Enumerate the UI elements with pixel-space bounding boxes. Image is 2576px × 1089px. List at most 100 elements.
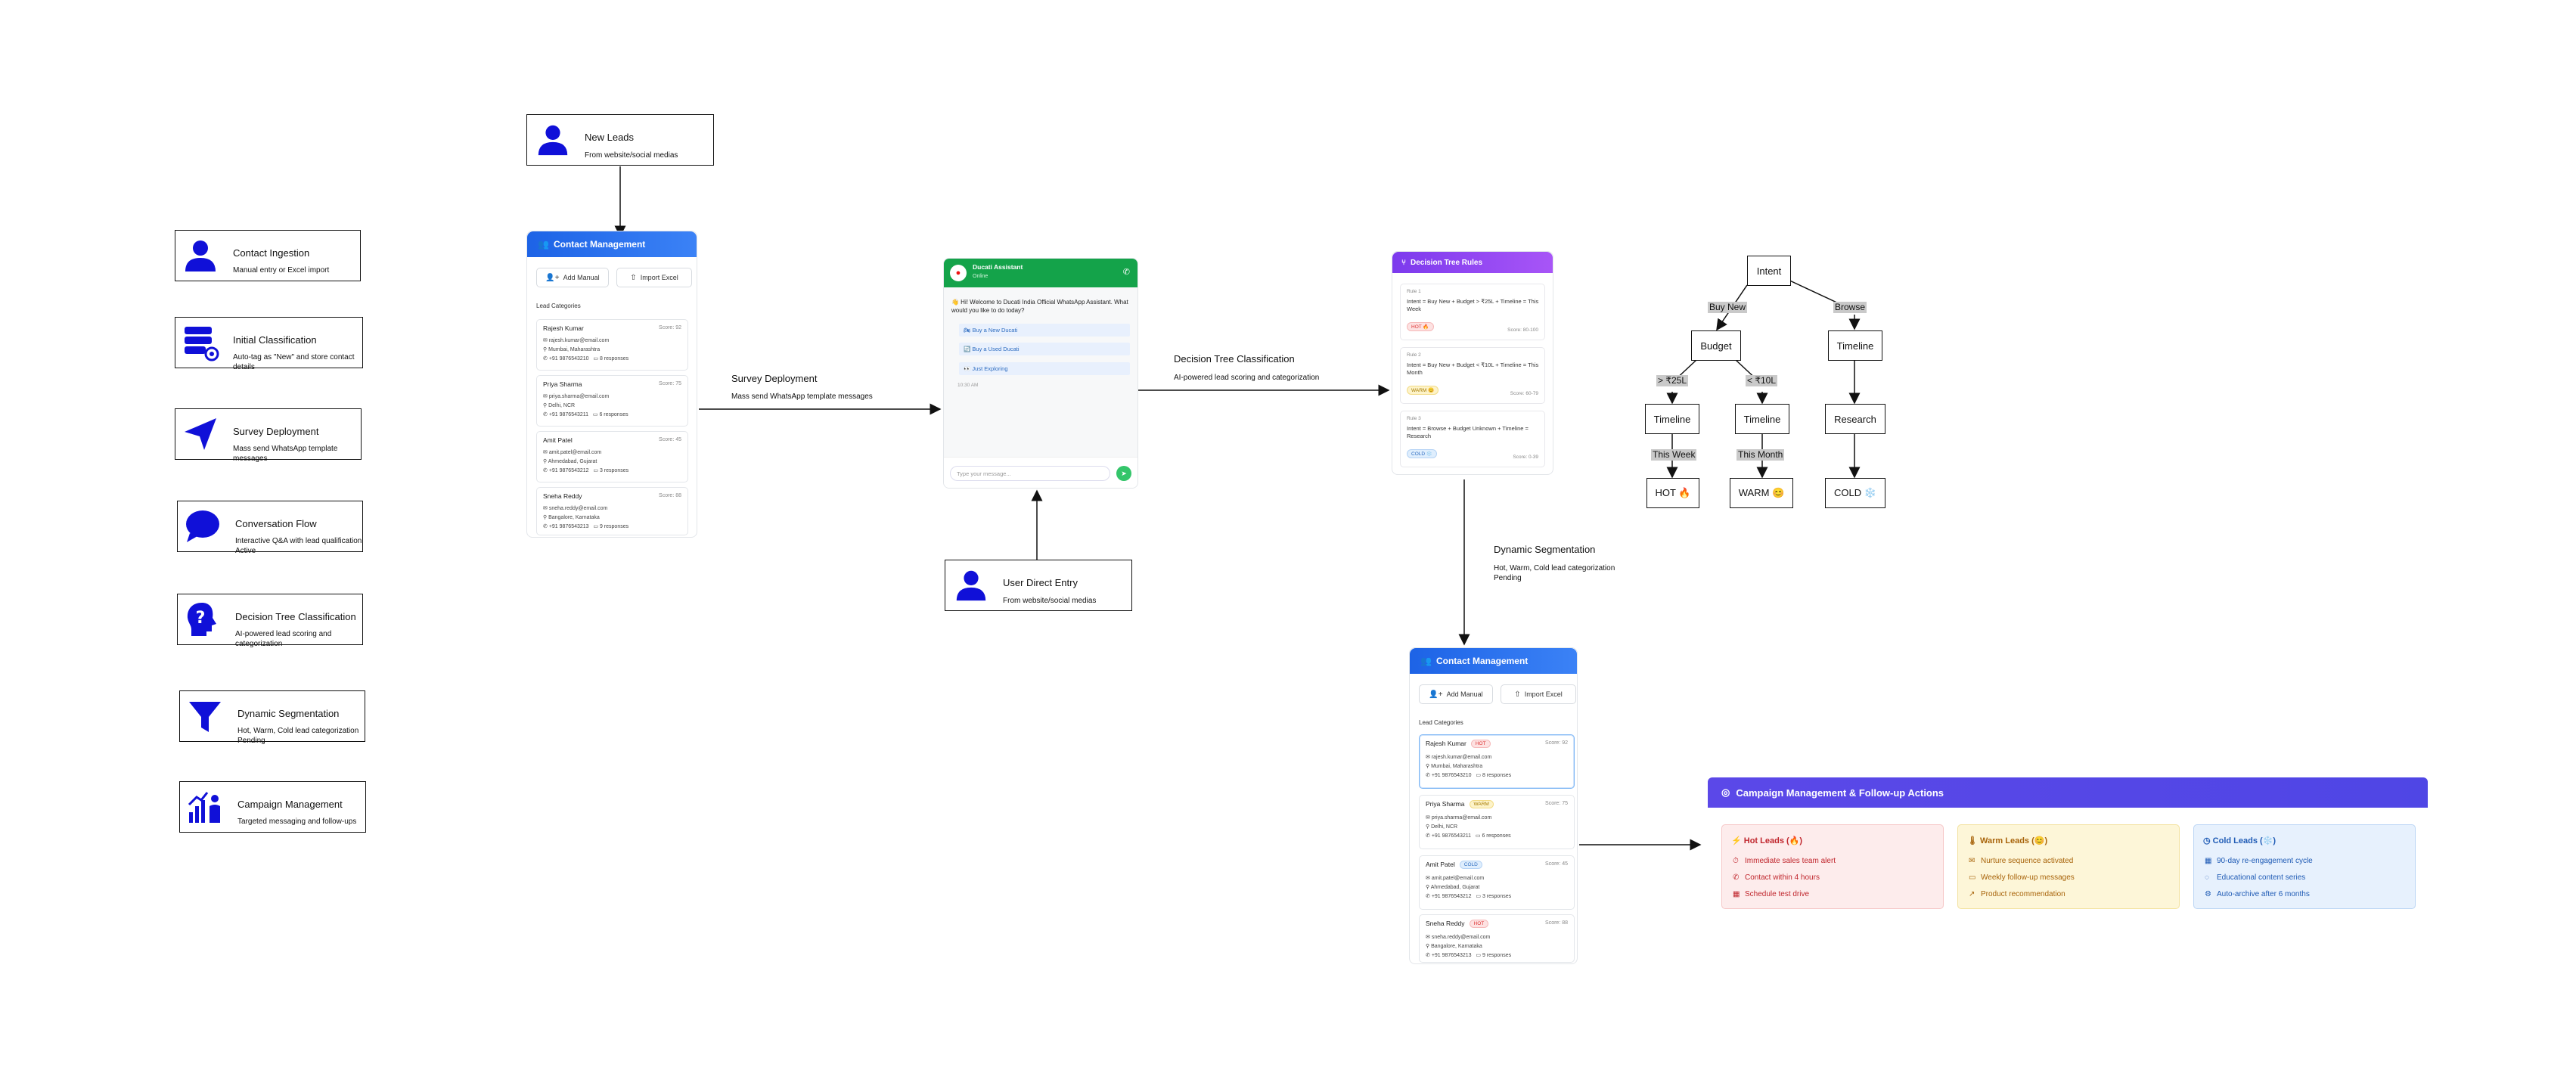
new-leads-title: New Leads [585,132,635,143]
contact-phone: ✆ +91 9876543211 ▭ 6 responses [543,412,628,417]
rule-card[interactable]: Rule 2 Intent = Buy New + Budget < ₹10L … [1400,347,1545,404]
contact-phone: ✆ +91 9876543210 ▭ 8 responses [1426,773,1512,778]
contact-phone: ✆ +91 9876543212 ▭ 3 responses [1426,894,1512,899]
rule-text: Intent = Buy New + Budget > ₹25L + Timel… [1407,298,1539,312]
send-icon[interactable]: ➤ [1116,466,1131,481]
contact-card[interactable]: Amit Patel COLD Score: 45 ✉ amit.patel@em… [1419,855,1575,910]
panel-header: 👥 Contact Management [527,231,697,257]
phone-icon[interactable]: ✆ [1123,267,1130,277]
message-icon: ▭ [1969,873,1976,882]
tree-label-browse: Browse [1833,302,1867,313]
contact-city: ⚲ Bangalore, Karnataka [1426,944,1482,949]
chat-option-exploring[interactable]: 👀 Just Exploring [959,362,1130,375]
campaign-action: ⏱ Immediate sales team alert [1733,857,1836,865]
panel-title: Contact Management [1435,656,1529,666]
contact-card[interactable]: Priya Sharma Score: 75 ✉ priya.sharma@em… [536,375,688,427]
campaign-action: ✉ Nurture sequence activated [1969,857,2074,865]
contact-score: Score: 45 [659,437,681,442]
contact-phone: ✆ +91 9876543212 ▭ 3 responses [543,468,629,473]
chat-timestamp: 10:30 AM [957,383,979,388]
contact-city: ⚲ Ahmedabad, Gujarat [543,459,597,464]
target-icon: ◎ [1721,786,1730,798]
rule-card[interactable]: Rule 1 Intent = Buy New + Budget > ₹25L … [1400,284,1545,340]
contact-city: ⚲ Delhi, NCR [1426,824,1458,830]
campaign-column-title: 🌡 Warm Leads (😊) [1967,836,2048,845]
users-icon: 👥 [1420,656,1432,666]
add-manual-button[interactable]: 👤+ Add Manual [536,268,609,287]
contact-email: ✉ amit.patel@email.com [1426,876,1485,881]
chat-message-input[interactable]: Type your message... [950,466,1110,481]
contact-card[interactable]: Rajesh Kumar HOT Score: 92 ✉ rajesh.kumar… [1419,734,1575,789]
campaign-action: ▭ Weekly follow-up messages [1969,873,2075,882]
rules-title: Decision Tree Rules [1411,258,1483,267]
lead-badge-cold: COLD [1459,861,1482,870]
contact-score: Score: 88 [1545,920,1568,926]
rule-score: Score: 80-100 [1507,327,1538,333]
user-direct-entry-subtitle: From website/social medias [1003,597,1097,605]
contact-phone: ✆ +91 9876543213 ▭ 9 responses [543,524,629,529]
panel-actions: 👤+ Add Manual ⇧ Import Excel [1419,684,1576,704]
chat-welcome-message: 👋 Hi! Welcome to Ducati India Official W… [951,299,1128,314]
campaign-action: ▦ Schedule test drive [1733,890,1810,898]
panel-actions: 👤+ Add Manual ⇧ Import Excel [536,268,692,287]
contact-management-panel-top: 👥 Contact Management 👤+ Add Manual ⇧ Import… [526,231,697,538]
contact-email: ✉ sneha.reddy@email.com [1426,935,1491,940]
campaign-column-title: ⚡ Hot Leads (🔥) [1731,836,1803,845]
contact-card[interactable]: Sneha Reddy HOT Score: 88 ✉ sneha.reddy@e… [1419,914,1575,963]
campaign-management-panel: ◎ Campaign Management & Follow-up Actions… [1708,777,2428,914]
import-excel-button[interactable]: ⇧ Import Excel [616,268,692,287]
contact-score: Score: 92 [1545,740,1568,746]
tree-node-timeline-a: Timeline [1645,404,1699,434]
edge-dynamic-title: Dynamic Segmentation [1494,544,1596,555]
contact-phone: ✆ +91 9876543210 ▭ 8 responses [543,356,629,361]
tree-leaf-warm: WARM 😊 [1730,478,1793,508]
contact-score: Score: 75 [659,381,681,386]
edge-survey-sub: Mass send WhatsApp template messages [731,392,873,401]
tree-leaf-hot: HOT 🔥 [1646,478,1699,508]
edge-dynamic-sub: Hot, Warm, Cold lead categorization Pend… [1494,564,1615,582]
contact-name: Amit Patel [543,436,573,444]
campaign-action: ◌ Educational content series [2205,873,2306,882]
add-manual-button[interactable]: 👤+ Add Manual [1419,684,1493,704]
contact-email: ✉ rajesh.kumar@email.com [543,338,610,343]
contact-email: ✉ rajesh.kumar@email.com [1426,755,1492,760]
contact-name: Sneha Reddy [543,492,582,500]
calendar-icon: ▦ [1733,890,1740,898]
ducati-avatar: ● [950,265,967,281]
mail-icon: ✉ [1969,857,1975,865]
campaign-column-hot[interactable]: ⚡ Hot Leads (🔥) ⏱ Immediate sales team al… [1721,824,1944,909]
clock-icon: ⏱ [1733,857,1739,865]
tree-label-this-week: This Week [1651,449,1697,461]
tree-node-timeline-browse: Timeline [1828,330,1882,361]
import-excel-button[interactable]: ⇧ Import Excel [1501,684,1576,704]
contact-email: ✉ amit.patel@email.com [543,450,602,455]
chat-option-buy-new[interactable]: 🏍 Buy a New Ducati [959,324,1130,337]
rule-card[interactable]: Rule 3 Intent = Browse + Budget Unknown … [1400,411,1545,467]
chat-icon: ◌ [2205,873,2209,882]
branch-icon: ⑂ [1401,258,1406,267]
contact-city: ⚲ Delhi, NCR [543,403,576,408]
lead-badge-warm: WARM [1469,800,1494,809]
campaign-header: ◎ Campaign Management & Follow-up Actions [1708,777,2428,808]
contact-card[interactable]: Sneha Reddy Score: 88 ✉ sneha.reddy@emai… [536,487,688,535]
contact-score: Score: 75 [1545,801,1568,806]
zap-icon: ⚡ [1731,836,1742,845]
contact-card[interactable]: Amit Patel Score: 45 ✉ amit.patel@email.… [536,431,688,482]
chat-option-buy-used[interactable]: 🔄 Buy a Used Ducati [959,343,1130,355]
lead-badge-hot: HOT [1469,920,1489,929]
campaign-column-warm[interactable]: 🌡 Warm Leads (😊) ✉ Nurture sequence activ… [1957,824,2180,909]
user-direct-entry-title: User Direct Entry [1003,577,1078,588]
add-user-icon: 👤+ [545,273,560,282]
chat-header: ● Ducati Assistant Online ✆ [944,259,1137,287]
rule-badge: HOT 🔥 [1407,320,1434,334]
contact-card[interactable]: Rajesh Kumar Score: 92 ✉ rajesh.kumar@em… [536,319,688,371]
campaign-action: ▦ 90-day re-engagement cycle [2205,857,2313,865]
rules-header: ⑂ Decision Tree Rules [1392,252,1553,273]
decision-tree-rules-panel: ⑂ Decision Tree Rules Rule 1 Intent = Buy… [1392,251,1553,475]
contact-city: ⚲ Ahmedabad, Gujarat [1426,885,1480,890]
campaign-column-cold[interactable]: ◷ Cold Leads (❄️) ▦ 90-day re-engagement … [2193,824,2416,909]
user-direct-entry-node[interactable]: User Direct Entry From website/social me… [945,560,1132,611]
new-leads-node[interactable]: New Leads From website/social medias [526,114,714,166]
contact-card[interactable]: Priya Sharma WARM Score: 75 ✉ priya.sharm… [1419,795,1575,849]
contact-email: ✉ sneha.reddy@email.com [543,506,608,511]
